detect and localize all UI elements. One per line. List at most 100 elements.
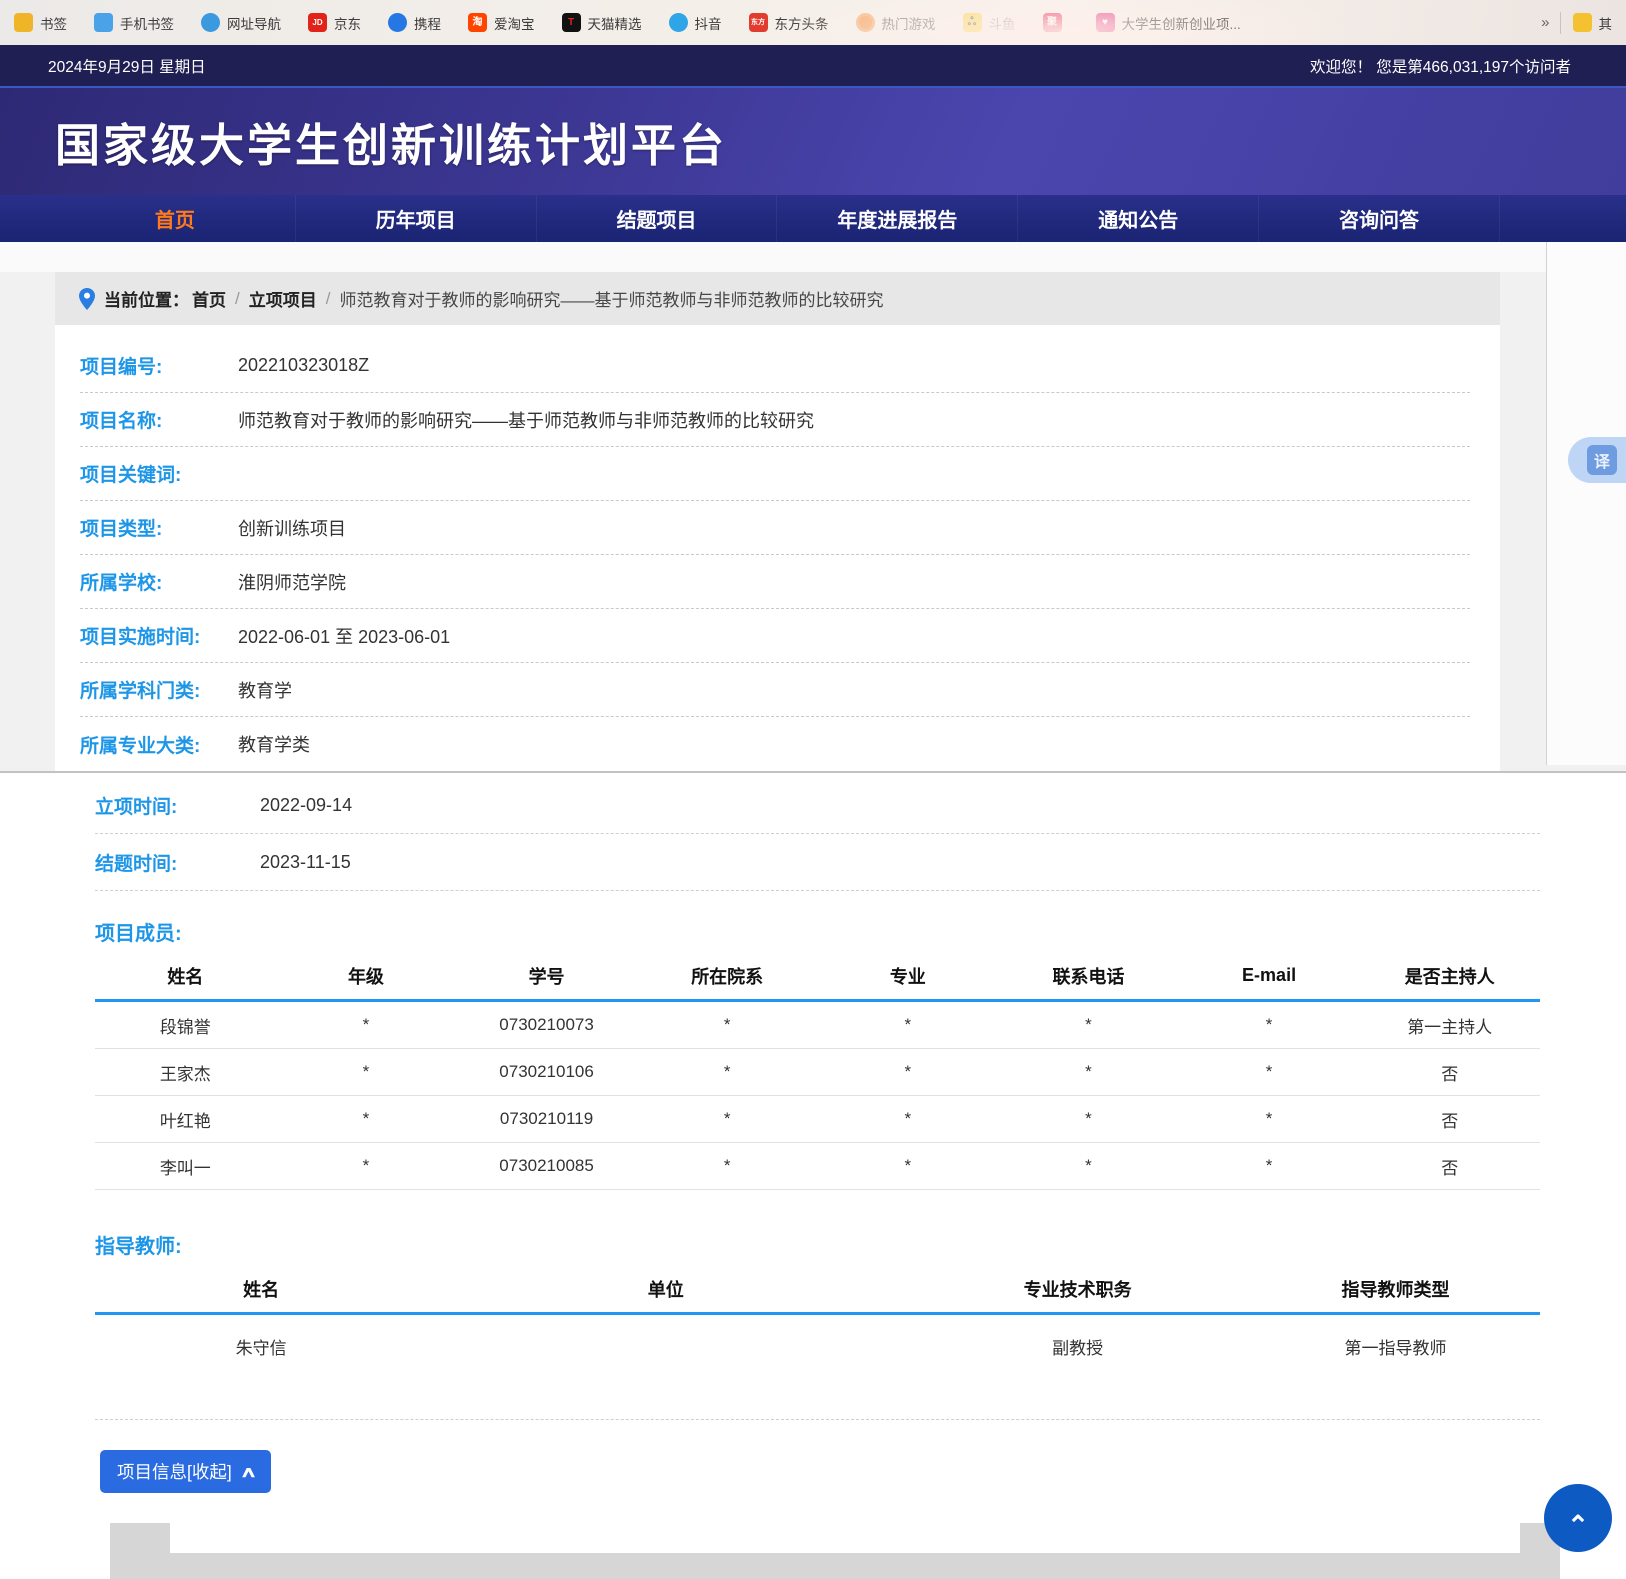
table-row: 段锦誉 * 0730210073 * * * * 第一主持人 xyxy=(95,1002,1540,1049)
bookmark-label: 热门游戏 xyxy=(882,13,936,33)
cell-name: 李叫一 xyxy=(95,1154,276,1179)
bookmark-wangzhi-daohang[interactable]: 网址导航 xyxy=(201,13,281,33)
douyu-icon: ஃ xyxy=(963,13,982,32)
bookmark-dongfang-toutiao[interactable]: 东方 东方头条 xyxy=(749,13,829,33)
field-row-approval-date: 立项时间: 2022-09-14 xyxy=(95,777,1540,834)
nav-item-notices[interactable]: 通知公告 xyxy=(1018,195,1259,242)
bookmark-label: 天猫精选 xyxy=(588,13,642,33)
site-title: 国家级大学生创新训练计划平台 xyxy=(55,109,727,174)
bookmark-shouji-shuqian[interactable]: 手机书签 xyxy=(94,13,174,33)
bookmark-label: 东方头条 xyxy=(775,13,829,33)
cell-department: * xyxy=(637,1015,818,1035)
nav-item-completed-projects[interactable]: 结题项目 xyxy=(537,195,778,242)
bookmark-label: 爱淘宝 xyxy=(494,13,535,33)
bookmark-game[interactable]: 热门游戏 xyxy=(856,13,936,33)
bookmark-other-folder[interactable]: 其 xyxy=(1573,13,1613,33)
cell-is-leader: 否 xyxy=(1359,1060,1540,1085)
nav-item-qa[interactable]: 咨询问答 xyxy=(1259,195,1500,242)
bookmark-label: 斗鱼 xyxy=(989,13,1016,33)
juhuasuan-icon: 聚 xyxy=(1043,13,1062,32)
bookmark-jd[interactable]: JD 京东 xyxy=(308,13,361,33)
folder-yellow-icon xyxy=(1573,13,1592,32)
table-row: 朱守信 副教授 第一指导教师 xyxy=(95,1315,1540,1377)
field-row-project-name: 项目名称: 师范教育对于教师的影响研究——基于师范教师与非师范教师的比较研究 xyxy=(80,393,1470,447)
bookmark-juhuasuan[interactable]: 聚 xyxy=(1043,13,1069,32)
back-to-top-button[interactable]: ⌃ xyxy=(1544,1484,1612,1552)
project-info-collapse-button[interactable]: 项目信息[收起] ∧ xyxy=(100,1450,271,1493)
advisors-table: 姓名 单位 专业技术职务 指导教师类型 朱守信 副教授 第一指导教师 xyxy=(95,1265,1540,1420)
bookmark-aitaobao[interactable]: 淘 爱淘宝 xyxy=(468,13,535,33)
field-row-school: 所属学校: 淮阴师范学院 xyxy=(80,555,1470,609)
page-right-margin xyxy=(1546,242,1626,765)
col-header-name: 姓名 xyxy=(95,963,276,989)
translate-icon: 译 xyxy=(1587,445,1617,475)
cell-grade: * xyxy=(276,1062,457,1082)
field-value: 202210323018Z xyxy=(238,355,369,376)
col-header-phone: 联系电话 xyxy=(998,963,1179,989)
breadcrumb-home-link[interactable]: 首页 xyxy=(192,286,226,311)
cell-department: * xyxy=(637,1062,818,1082)
bookmark-label: 手机书签 xyxy=(120,13,174,33)
spacer xyxy=(0,242,1626,272)
cell-student-id: 0730210106 xyxy=(456,1062,637,1082)
field-row-duration: 项目实施时间: 2022-06-01 至 2023-06-01 xyxy=(80,609,1470,663)
col-header-student-id: 学号 xyxy=(456,963,637,989)
field-value: 2022-09-14 xyxy=(260,795,352,816)
bookmark-label: 其 xyxy=(1599,13,1613,33)
current-date: 2024年9月29日 星期日 xyxy=(48,55,206,77)
breadcrumb: 当前位置： 首页 / 立项项目 / 师范教育对于教师的影响研究——基于师范教师与… xyxy=(55,272,1500,325)
field-row-project-type: 项目类型: 创新训练项目 xyxy=(80,501,1470,555)
members-table: 姓名 年级 学号 所在院系 专业 联系电话 E-mail 是否主持人 段锦誉 *… xyxy=(95,952,1540,1190)
bookmark-daxuesheng-project[interactable]: ♥ 大学生创新创业项... xyxy=(1096,13,1241,33)
ctrip-icon xyxy=(388,13,407,32)
bookmark-label: 大学生创新创业项... xyxy=(1122,13,1241,33)
cell-is-leader: 否 xyxy=(1359,1154,1540,1179)
pink-app-icon: ♥ xyxy=(1096,13,1115,32)
jd-icon: JD xyxy=(308,13,327,32)
table-row: 王家杰 * 0730210106 * * * * 否 xyxy=(95,1049,1540,1096)
breadcrumb-separator: / xyxy=(326,289,331,309)
field-label: 立项时间: xyxy=(95,792,260,819)
field-label: 项目名称: xyxy=(80,406,238,433)
cell-major: * xyxy=(818,1015,999,1035)
cell-email: * xyxy=(1179,1109,1360,1129)
breadcrumb-separator: / xyxy=(235,289,240,309)
field-value: 创新训练项目 xyxy=(238,515,346,541)
bookmark-label: 抖音 xyxy=(695,13,722,33)
bookmarks-divider xyxy=(1560,12,1561,34)
field-label: 所属学科门类: xyxy=(80,676,238,703)
table-row: 叶红艳 * 0730210119 * * * * 否 xyxy=(95,1096,1540,1143)
breadcrumb-section-link[interactable]: 立项项目 xyxy=(249,286,317,311)
cell-grade: * xyxy=(276,1109,457,1129)
tmall-icon: T xyxy=(562,13,581,32)
nav-item-home[interactable]: 首页 xyxy=(55,195,296,242)
main-navigation: 首页 历年项目 结题项目 年度进展报告 通知公告 咨询问答 xyxy=(0,195,1626,242)
col-header-grade: 年级 xyxy=(276,963,457,989)
cell-advisor-type: 第一指导教师 xyxy=(1251,1334,1540,1359)
bookmarks-overflow-chevron-icon[interactable]: » xyxy=(1541,14,1549,31)
nav-item-annual-report[interactable]: 年度进展报告 xyxy=(777,195,1018,242)
project-info-card: 项目编号: 202210323018Z 项目名称: 师范教育对于教师的影响研究—… xyxy=(55,325,1500,771)
game-icon xyxy=(856,13,875,32)
cell-major: * xyxy=(818,1109,999,1129)
cell-phone: * xyxy=(998,1109,1179,1129)
bookmark-shuqian[interactable]: 书签 xyxy=(14,13,67,33)
field-label: 所属专业大类: xyxy=(80,731,238,758)
field-label: 项目类型: xyxy=(80,514,238,541)
cell-phone: * xyxy=(998,1156,1179,1176)
bookmark-label: 网址导航 xyxy=(227,13,281,33)
field-row-completion-date: 结题时间: 2023-11-15 xyxy=(95,834,1540,891)
bookmark-ctrip[interactable]: 携程 xyxy=(388,13,441,33)
translate-widget[interactable]: 译 xyxy=(1568,437,1626,483)
bookmark-douyin[interactable]: 抖音 xyxy=(669,13,722,33)
bookmark-tmall[interactable]: T 天猫精选 xyxy=(562,13,642,33)
nav-item-past-projects[interactable]: 历年项目 xyxy=(296,195,537,242)
cell-is-leader: 否 xyxy=(1359,1107,1540,1132)
site-topbar: 2024年9月29日 星期日 欢迎您！ 您是第466,031,197个访问者 xyxy=(0,45,1626,88)
field-label: 结题时间: xyxy=(95,849,260,876)
col-header-email: E-mail xyxy=(1179,965,1360,986)
field-row-keywords: 项目关键词: xyxy=(80,447,1470,501)
field-value: 2022-06-01 至 2023-06-01 xyxy=(238,623,450,649)
bookmark-douyu[interactable]: ஃ 斗鱼 xyxy=(963,13,1016,33)
field-value: 师范教育对于教师的影响研究——基于师范教师与非师范教师的比较研究 xyxy=(238,407,814,433)
